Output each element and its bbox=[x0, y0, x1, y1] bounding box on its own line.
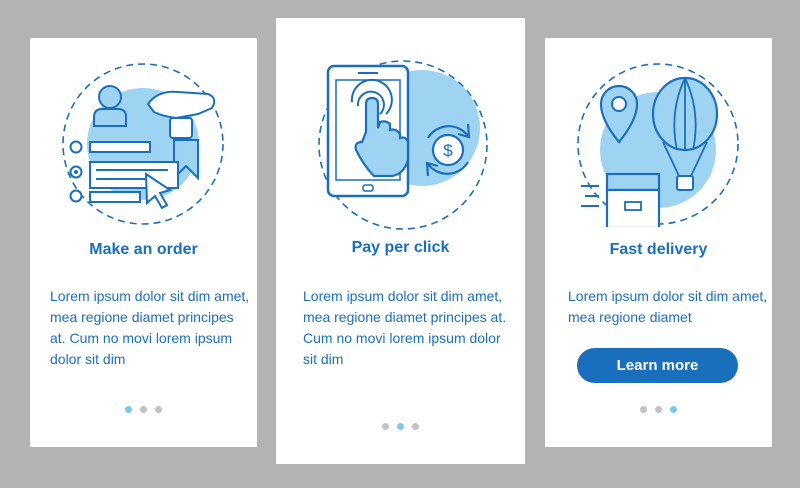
onboarding-screen-pay-per-click: $ Pay per click Lorem ipsum dolor sit di… bbox=[276, 18, 525, 464]
page-dot-3[interactable] bbox=[155, 406, 162, 413]
fast-delivery-illustration bbox=[573, 62, 743, 230]
screen-description: Lorem ipsum dolor sit dim amet, mea regi… bbox=[303, 288, 507, 367]
page-dot-2[interactable] bbox=[140, 406, 147, 413]
parcel-box-icon bbox=[581, 172, 661, 230]
page-dot-1[interactable] bbox=[125, 406, 132, 413]
page-dot-3[interactable] bbox=[412, 423, 419, 430]
page-indicator bbox=[276, 423, 525, 430]
screen-title: Pay per click bbox=[351, 239, 450, 256]
page-dot-1[interactable] bbox=[382, 423, 389, 430]
svg-text:$: $ bbox=[443, 141, 453, 160]
pay-per-click-illustration: $ bbox=[318, 54, 488, 236]
page-dot-2[interactable] bbox=[655, 406, 662, 413]
dollar-coin-icon: $ bbox=[431, 133, 465, 167]
make-order-illustration bbox=[58, 62, 228, 227]
page-dot-2[interactable] bbox=[397, 423, 404, 430]
screen-title: Make an order bbox=[89, 241, 198, 258]
onboarding-screen-make-order: Make an order Lorem ipsum dolor sit dim … bbox=[30, 38, 257, 447]
page-indicator bbox=[545, 406, 772, 413]
page-dot-1[interactable] bbox=[640, 406, 647, 413]
screen-description: Lorem ipsum dolor sit dim amet, mea regi… bbox=[50, 288, 250, 367]
screen-description: Lorem ipsum dolor sit dim amet, mea regi… bbox=[568, 288, 768, 325]
learn-more-button[interactable]: Learn more bbox=[577, 348, 738, 383]
onboarding-screen-fast-delivery: Fast delivery Lorem ipsum dolor sit dim … bbox=[545, 38, 772, 447]
page-indicator bbox=[30, 406, 257, 413]
screen-title: Fast delivery bbox=[609, 241, 708, 258]
page-dot-3[interactable] bbox=[670, 406, 677, 413]
